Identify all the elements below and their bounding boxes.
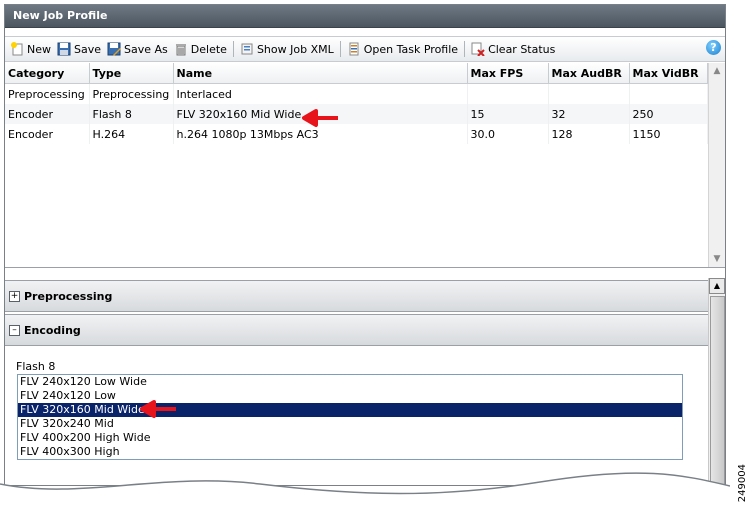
scrollbar-thumb[interactable] — [710, 296, 725, 485]
column-header-category[interactable]: Category — [5, 63, 90, 84]
clear-status-icon — [471, 42, 485, 57]
list-item-selected[interactable]: FLV 320x160 Mid Wide — [18, 403, 682, 417]
cell-max-vidbr: 1150 — [629, 124, 708, 144]
xml-document-icon — [240, 42, 254, 56]
encoder-type-label: Flash 8 — [16, 360, 56, 373]
clear-status-label: Clear Status — [488, 42, 556, 56]
toolbar-separator — [464, 41, 466, 57]
new-label: New — [27, 42, 51, 56]
save-label: Save — [74, 42, 102, 56]
callout-arrow-icon — [140, 400, 176, 418]
window-title: New Job Profile — [5, 5, 725, 28]
grid-scrollbar[interactable]: ▲ ▼ — [708, 63, 725, 267]
open-task-profile-button[interactable]: Open Task Profile — [344, 39, 461, 59]
scroll-up-icon[interactable]: ▲ — [709, 63, 725, 79]
cell-max-fps: 30.0 — [467, 124, 549, 144]
job-profile-window: New Job Profile New Save Save As Delete — [4, 4, 726, 486]
cell-max-vidbr: 250 — [629, 104, 708, 124]
figure-id: 249004 — [737, 463, 748, 502]
save-as-button[interactable]: Save As — [104, 39, 171, 59]
preprocessing-panel-header[interactable]: + Preprocessing — [5, 280, 708, 312]
table-header-row: Category Type Name Max FPS Max AudBR Max… — [5, 63, 708, 84]
encoder-profile-listbox[interactable]: FLV 240x120 Low Wide FLV 240x120 Low FLV… — [17, 374, 683, 460]
trash-can-icon — [174, 42, 188, 56]
cell-category: Preprocessing — [5, 83, 90, 104]
help-icon[interactable]: ? — [706, 40, 721, 55]
torn-edge-decoration — [0, 472, 730, 508]
table-row[interactable]: Preprocessing Preprocessing Interlaced — [5, 83, 708, 104]
job-profile-table: Category Type Name Max FPS Max AudBR Max… — [5, 63, 708, 144]
cell-type: H.264 — [89, 124, 174, 144]
toolbar: New Save Save As Delete Show Job XML Ope… — [5, 36, 725, 62]
new-document-icon — [10, 42, 24, 56]
open-task-profile-label: Open Task Profile — [363, 42, 459, 56]
preprocessing-panel-title: Preprocessing — [24, 289, 113, 303]
collapse-minus-icon[interactable]: – — [9, 324, 20, 336]
toolbar-separator — [339, 41, 341, 57]
cell-category: Encoder — [5, 124, 90, 144]
scroll-up-icon[interactable]: ▲ — [709, 278, 725, 294]
cell-max-fps — [467, 83, 549, 104]
clear-status-button[interactable]: Clear Status — [468, 39, 558, 59]
cell-max-vidbr — [629, 83, 708, 104]
scroll-down-icon[interactable]: ▼ — [709, 251, 725, 267]
cell-max-audbr: 128 — [548, 124, 630, 144]
floppy-disk-icon — [57, 42, 71, 56]
column-header-type[interactable]: Type — [89, 63, 174, 84]
job-profile-grid: Category Type Name Max FPS Max AudBR Max… — [5, 63, 725, 268]
column-header-max-audbr[interactable]: Max AudBR — [548, 63, 630, 84]
task-list-icon — [347, 42, 361, 56]
cell-type: Preprocessing — [89, 83, 174, 104]
cell-max-fps: 15 — [467, 104, 549, 124]
list-item[interactable]: FLV 400x300 High — [18, 445, 682, 459]
delete-label: Delete — [190, 42, 227, 56]
panel-scrollbar[interactable]: ▲ — [708, 278, 725, 485]
toolbar-separator — [232, 41, 234, 57]
table-row[interactable]: Encoder H.264 h.264 1080p 13Mbps AC3 30.… — [5, 124, 708, 144]
save-button[interactable]: Save — [54, 39, 104, 59]
cell-max-audbr — [548, 83, 630, 104]
show-job-xml-label: Show Job XML — [256, 42, 334, 56]
list-item[interactable]: FLV 240x120 Low — [18, 389, 682, 403]
cell-category: Encoder — [5, 104, 90, 124]
cell-name: Interlaced — [173, 83, 468, 104]
new-button[interactable]: New — [7, 39, 54, 59]
column-header-name[interactable]: Name — [173, 63, 468, 84]
callout-arrow-icon — [302, 109, 338, 127]
list-item[interactable]: FLV 240x120 Low Wide — [18, 375, 682, 389]
save-as-icon — [107, 42, 122, 56]
list-item[interactable]: FLV 320x240 Mid — [18, 417, 682, 431]
delete-button[interactable]: Delete — [171, 39, 230, 59]
cell-max-audbr: 32 — [548, 104, 630, 124]
expand-plus-icon[interactable]: + — [9, 290, 20, 302]
show-job-xml-button[interactable]: Show Job XML — [237, 39, 337, 59]
cell-type: Flash 8 — [89, 104, 174, 124]
column-header-max-vidbr[interactable]: Max VidBR — [629, 63, 708, 84]
save-as-label: Save As — [124, 42, 168, 56]
encoding-panel-header[interactable]: – Encoding — [5, 314, 708, 346]
table-row[interactable]: Encoder Flash 8 FLV 320x160 Mid Wide 15 … — [5, 104, 708, 124]
encoding-panel-title: Encoding — [24, 323, 81, 337]
column-header-max-fps[interactable]: Max FPS — [467, 63, 549, 84]
list-item[interactable]: FLV 400x200 High Wide — [18, 431, 682, 445]
